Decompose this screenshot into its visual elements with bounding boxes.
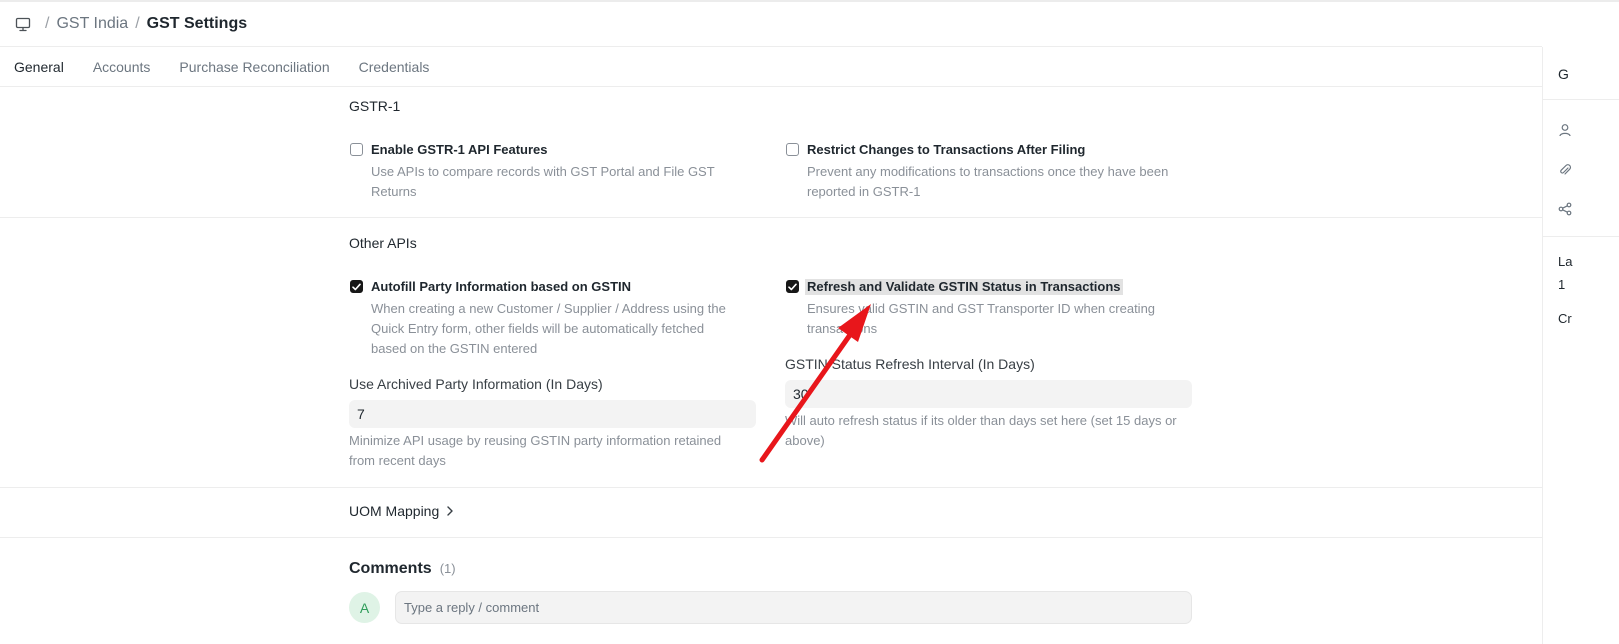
user-icon[interactable] — [1558, 123, 1572, 137]
uom-mapping-section-toggle[interactable]: UOM Mapping — [349, 503, 455, 519]
share-icon[interactable] — [1558, 202, 1572, 216]
tab-general[interactable]: General — [14, 47, 64, 87]
checkbox-label[interactable]: Restrict Changes to Transactions After F… — [807, 142, 1085, 158]
field-description: Minimize API usage by reusing GSTIN part… — [349, 431, 721, 471]
description-line: Returns — [371, 184, 417, 199]
avatar: A — [349, 592, 380, 623]
field-description: Prevent any modifications to transaction… — [807, 162, 1168, 202]
section-divider — [0, 537, 1542, 538]
description-line: Use APIs to compare records with GST Por… — [371, 164, 715, 179]
chevron-right-icon — [445, 505, 455, 517]
tab-bar: General Accounts Purchase Reconciliation… — [14, 47, 458, 87]
tab-purchase-reconciliation[interactable]: Purchase Reconciliation — [179, 47, 329, 87]
breadcrumb-separator: / — [45, 15, 50, 32]
field-description: Will auto refresh status if its older th… — [785, 411, 1177, 451]
field-label-archived-days: Use Archived Party Information (In Days) — [349, 376, 603, 392]
description-line: Minimize API usage by reusing GSTIN part… — [349, 433, 722, 448]
checkbox-refresh-validate-gstin[interactable] — [786, 280, 799, 293]
checkbox-label[interactable]: Refresh and Validate GSTIN Status in Tra… — [805, 279, 1123, 295]
description-line: from recent days — [349, 453, 446, 468]
sidebar-meta-value: 1 — [1558, 277, 1566, 292]
section-title-other-apis: Other APIs — [349, 235, 417, 251]
sidebar-divider — [1543, 99, 1619, 100]
breadcrumb: / GST India / GST Settings — [14, 10, 247, 38]
field-description: When creating a new Customer / Supplier … — [371, 299, 726, 359]
section-divider — [0, 217, 1542, 218]
comments-title: Comments (1) — [349, 560, 456, 578]
checkbox-autofill-party[interactable] — [350, 280, 363, 293]
right-sidebar: G La 1 Cr — [1542, 47, 1619, 644]
description-line: Will auto refresh status if its older th… — [785, 413, 1177, 428]
description-line: transactions — [807, 321, 878, 336]
checkbox-row-refresh-validate-gstin[interactable]: Refresh and Validate GSTIN Status in Tra… — [786, 279, 1123, 295]
description-line: Quick Entry form, other fields will be a… — [371, 321, 705, 336]
description-line: Prevent any modifications to transaction… — [807, 164, 1169, 179]
sidebar-meta-label: La — [1558, 254, 1573, 269]
section-title-gstr1: GSTR-1 — [349, 98, 401, 114]
sidebar-title: G — [1558, 66, 1569, 82]
paperclip-icon[interactable] — [1558, 163, 1572, 177]
refresh-interval-input[interactable]: 30 — [785, 380, 1192, 408]
tab-credentials[interactable]: Credentials — [359, 47, 430, 87]
checkbox-enable-gstr1-api[interactable] — [350, 143, 363, 156]
checkbox-row-autofill-party[interactable]: Autofill Party Information based on GSTI… — [350, 279, 631, 295]
checkbox-label[interactable]: Enable GSTR-1 API Features — [371, 142, 548, 158]
comments-heading: Comments — [349, 560, 432, 577]
checkbox-row-restrict-changes[interactable]: Restrict Changes to Transactions After F… — [786, 142, 1085, 158]
section-divider — [0, 487, 1542, 488]
top-border — [0, 0, 1619, 2]
page-title[interactable]: GST Settings — [147, 15, 247, 33]
description-line: Ensures valid GSTIN and GST Transporter … — [807, 301, 1156, 316]
description-line: reported in GSTR-1 — [807, 184, 921, 199]
description-line: When creating a new Customer / Supplier … — [371, 301, 726, 316]
sidebar-divider — [1543, 236, 1619, 237]
uom-mapping-label: UOM Mapping — [349, 503, 440, 519]
checkbox-row-enable-gstr1-api[interactable]: Enable GSTR-1 API Features — [350, 142, 548, 158]
breadcrumb-gst-india[interactable]: GST India — [56, 15, 128, 33]
field-description: Use APIs to compare records with GST Por… — [371, 162, 715, 202]
description-line: above) — [785, 433, 825, 448]
checkbox-restrict-changes[interactable] — [786, 143, 799, 156]
tabs-divider — [0, 86, 1542, 87]
comments-count: (1) — [439, 561, 456, 576]
field-description: Ensures valid GSTIN and GST Transporter … — [807, 299, 1155, 339]
sidebar-meta-label: Cr — [1558, 311, 1572, 326]
desktop-icon[interactable] — [14, 15, 32, 33]
description-line: based on the GSTIN entered — [371, 341, 538, 356]
breadcrumb-separator: / — [135, 15, 140, 32]
checkbox-label[interactable]: Autofill Party Information based on GSTI… — [371, 279, 631, 295]
archived-days-input[interactable]: 7 — [349, 400, 756, 428]
field-label-refresh-interval: GSTIN Status Refresh Interval (In Days) — [785, 356, 1035, 372]
comment-input[interactable]: Type a reply / comment — [395, 591, 1192, 624]
tab-accounts[interactable]: Accounts — [93, 47, 151, 87]
